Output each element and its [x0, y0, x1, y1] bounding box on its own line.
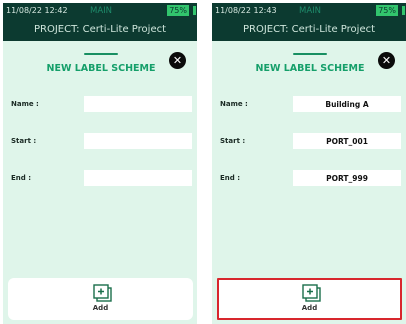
- status-bar: 11/08/22 12:43 MAIN 75%: [212, 3, 406, 19]
- sheet-drag-handle[interactable]: [293, 53, 327, 55]
- start-label: Start :: [11, 137, 37, 145]
- end-field[interactable]: [84, 170, 192, 186]
- name-label: Name :: [220, 100, 248, 108]
- end-label: End :: [220, 174, 241, 182]
- add-icon: [302, 284, 321, 302]
- sheet-drag-handle[interactable]: [84, 53, 118, 55]
- add-button-label: Add: [301, 304, 318, 312]
- battery-indicator: 75%: [376, 5, 398, 16]
- sheet-title: NEW LABEL SCHEME: [46, 63, 156, 74]
- end-label: End :: [11, 174, 32, 182]
- project-header: PROJECT: Certi-Lite Project: [212, 19, 406, 41]
- device-screen-filled-form: 11/08/22 12:43 MAIN 75% PROJECT: Certi-L…: [212, 3, 406, 324]
- new-label-scheme-sheet: NEW LABEL SCHEME ✕ Name : Start : End : …: [216, 41, 404, 324]
- start-field[interactable]: [84, 133, 192, 149]
- close-icon: ✕: [172, 54, 183, 67]
- name-label: Name :: [11, 100, 39, 108]
- status-bar: 11/08/22 12:42 MAIN 75%: [3, 3, 197, 19]
- status-time: 11/08/22 12:43: [215, 6, 277, 15]
- status-mode: MAIN: [299, 6, 322, 16]
- status-mode: MAIN: [90, 6, 113, 16]
- start-field[interactable]: [293, 133, 401, 149]
- device-screen-empty-form: 11/08/22 12:42 MAIN 75% PROJECT: Certi-L…: [3, 3, 197, 324]
- battery-indicator: 75%: [167, 5, 189, 16]
- close-icon: ✕: [381, 54, 392, 67]
- close-button[interactable]: ✕: [169, 52, 186, 69]
- sheet-title: NEW LABEL SCHEME: [255, 63, 365, 74]
- add-button[interactable]: Add: [8, 278, 193, 320]
- close-button[interactable]: ✕: [378, 52, 395, 69]
- add-button-label: Add: [92, 304, 109, 312]
- status-time: 11/08/22 12:42: [6, 6, 68, 15]
- name-field[interactable]: [293, 96, 401, 112]
- add-button[interactable]: Add: [217, 278, 402, 320]
- project-header: PROJECT: Certi-Lite Project: [3, 19, 197, 41]
- end-field[interactable]: [293, 170, 401, 186]
- start-label: Start :: [220, 137, 246, 145]
- add-icon: [93, 284, 112, 302]
- battery-edge: [402, 6, 405, 15]
- new-label-scheme-sheet: NEW LABEL SCHEME ✕ Name : Start : End : …: [7, 41, 195, 324]
- battery-edge: [193, 6, 196, 15]
- name-field[interactable]: [84, 96, 192, 112]
